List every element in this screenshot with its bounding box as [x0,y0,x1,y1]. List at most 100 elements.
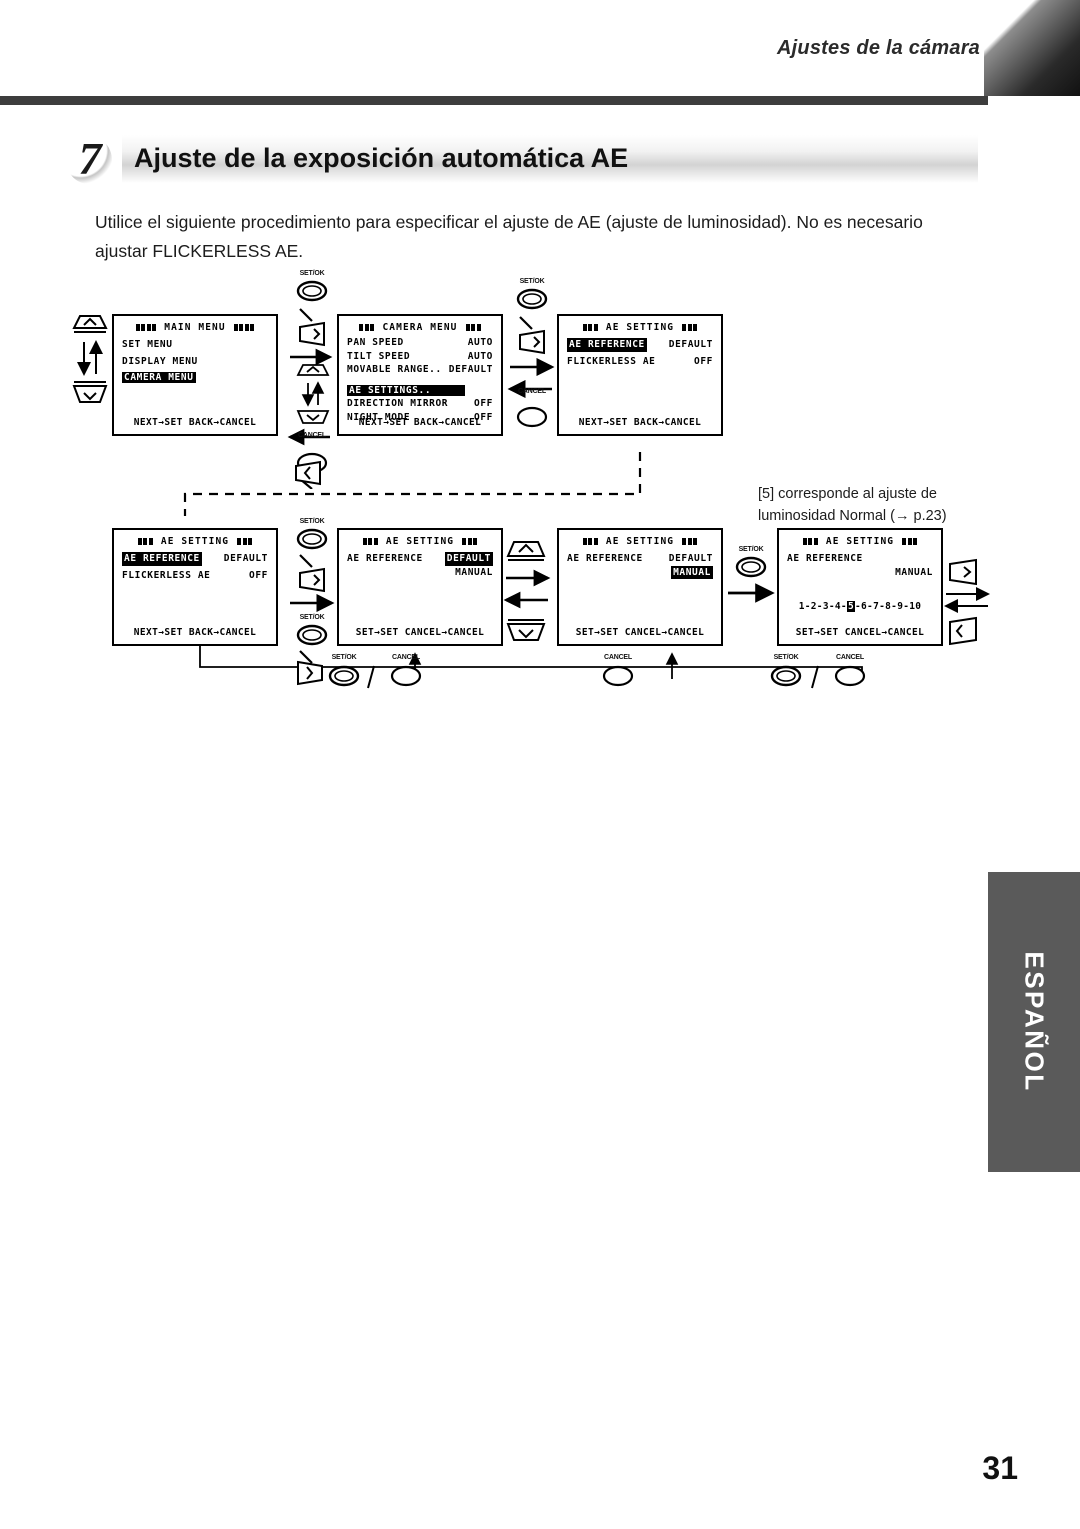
screen-title: AE SETTING [825,536,895,547]
scale-step[interactable]: 10 [909,601,921,612]
control-cluster-6to7: SET/OK [724,546,778,610]
screen-footer-hint: NEXT→SET BACK→CANCEL [133,417,257,428]
block-marker-right [462,538,478,545]
menu-row[interactable]: MOVABLE RANGE.. DEFAULT [347,363,493,377]
bottom-pair-setok-cancel-2: SET/OK CANCEL [758,654,878,700]
set-ok-label: SET/OK [299,614,325,621]
screen-title: MAIN MENU [164,322,226,333]
screen-ae-setting-2: AE SETTING AE REFERENCE DEFAULT FLICKERL… [112,528,278,646]
block-marker-left [802,538,818,545]
block-marker-right [902,538,918,545]
set-ok-label: SET/OK [299,518,325,525]
set-ok-label: SET/OK [519,278,545,285]
menu-row-value: DEFAULT [223,553,268,564]
menu-row-value: DEFAULT [668,339,713,350]
menu-row-label: FLICKERLESS AE [567,355,656,367]
option-row[interactable]: MANUAL [347,566,493,580]
menu-row[interactable]: TILT SPEED AUTO [347,350,493,364]
option-label-row: AE REFERENCE DEFAULT [347,552,493,566]
screen-title-row: AE SETTING [779,536,941,547]
menu-row-label: AE REFERENCE [787,553,863,564]
menu-row-label: AE REFERENCE [347,553,423,564]
option-default[interactable]: DEFAULT [669,552,713,566]
screen-body: AE REFERENCE DEFAULT FLICKERLESS AE OFF [559,338,721,368]
language-tab: ESPAÑOL [988,872,1080,1172]
control-cluster-5to6 [498,534,554,652]
cancel-label: CANCEL [298,432,326,439]
header-corner-graphic [984,0,1080,96]
screen-footer-hint: SET→SET CANCEL→CANCEL [575,627,705,638]
menu-row-label: AE REFERENCE [122,552,202,566]
control-cluster-2to3: SET/OK CANCEL [506,278,558,428]
menu-row-label: AE SETTINGS.. [347,384,466,396]
menu-row[interactable]: DIRECTION MIRROR OFF [347,397,493,411]
option-row[interactable]: MANUAL [567,565,713,579]
block-marker-right [233,324,255,331]
menu-row-value: AUTO [467,350,493,362]
menu-row-selected[interactable]: CAMERA MENU [122,371,268,385]
screen-title: AE SETTING [385,536,455,547]
menu-row-label: AE REFERENCE [567,338,647,352]
screen-ae-reference-manual: AE SETTING AE REFERENCE DEFAULT MANUAL S… [557,528,723,646]
menu-row[interactable]: PAN SPEED AUTO [347,336,493,350]
set-ok-label: SET/OK [773,654,799,661]
menu-row-label: AE REFERENCE [567,553,643,564]
side-note: [5] corresponde al ajuste de luminosidad… [758,486,947,524]
set-ok-label: SET/OK [299,270,325,277]
screen-title-row: AE SETTING [339,536,501,547]
menu-row[interactable]: DISPLAY MENU [122,355,268,369]
menu-row-label: SET MENU [122,339,173,350]
screen-footer-hint: SET→SET CANCEL→CANCEL [355,627,485,638]
menu-row-value-row: MANUAL [787,566,933,580]
option-default[interactable]: DEFAULT [444,552,493,566]
menu-row-label: DISPLAY MENU [122,355,198,367]
screen-title-row: AE SETTING [114,536,276,547]
block-marker-right [682,324,698,331]
left-button-icon-1[interactable] [292,458,334,488]
menu-row-label: TILT SPEED [347,350,411,362]
menu-row[interactable]: FLICKERLESS AE OFF [122,569,268,583]
page-number: 31 [982,1450,1018,1486]
screen-footer-hint: NEXT→SET BACK→CANCEL [358,417,482,428]
menu-row-value: MANUAL [895,566,933,578]
option-manual: MANUAL [455,566,493,578]
scale-step[interactable]: 5 [846,601,855,612]
menu-row-spacer [347,377,493,384]
block-marker-right [237,538,253,545]
screen-title: AE SETTING [605,536,675,547]
page-header: Ajustes de la cámara [0,0,1080,96]
menu-row-label: FLICKERLESS AE [122,569,211,581]
menu-row-label: DIRECTION MIRROR [347,398,449,409]
screen-body: AE REFERENCE DEFAULT MANUAL [559,552,721,579]
menu-row-value: OFF [694,355,713,367]
running-title: Ajustes de la cámara [777,37,980,59]
menu-row-selected[interactable]: AE SETTINGS.. [347,384,493,398]
set-ok-label: SET/OK [738,546,764,553]
screen-body: AE REFERENCE DEFAULT MANUAL [339,552,501,579]
screen-title-row: CAMERA MENU [339,322,501,333]
language-tab-label: ESPAÑOL [1019,951,1050,1093]
block-marker-right [682,538,698,545]
screen-ae-reference-default: AE SETTING AE REFERENCE DEFAULT MANUAL S… [337,528,503,646]
block-marker-left [582,324,598,331]
menu-row[interactable]: FLICKERLESS AE OFF [567,355,713,369]
block-marker-left [362,538,378,545]
section-number: 7 [62,133,118,187]
section-heading: 7 Ajuste de la exposición automática AE [62,133,978,189]
option-label-row: AE REFERENCE DEFAULT [567,552,713,566]
menu-row-value: OFF [249,569,268,581]
screen-body: SET MENU DISPLAY MENU CAMERA MENU [114,338,276,385]
intro-paragraph: Utilice el siguiente procedimiento para … [95,212,923,261]
block-marker-right [465,324,481,331]
menu-row[interactable]: SET MENU [122,338,268,352]
control-cluster-right-of-7 [944,546,992,650]
block-marker-left [582,538,598,545]
ae-level-scale[interactable]: 1-2-3-4-5-6-7-8-9-10 [787,601,933,612]
menu-row-selected[interactable]: AE REFERENCE DEFAULT [122,552,268,566]
set-ok-label: SET/OK [331,654,357,661]
menu-row: AE REFERENCE [787,552,933,566]
menu-row-label: PAN SPEED [347,337,404,348]
screen-body: AE REFERENCE DEFAULT FLICKERLESS AE OFF [114,552,276,582]
menu-row-selected[interactable]: AE REFERENCE DEFAULT [567,338,713,352]
screen-title: CAMERA MENU [382,322,458,333]
